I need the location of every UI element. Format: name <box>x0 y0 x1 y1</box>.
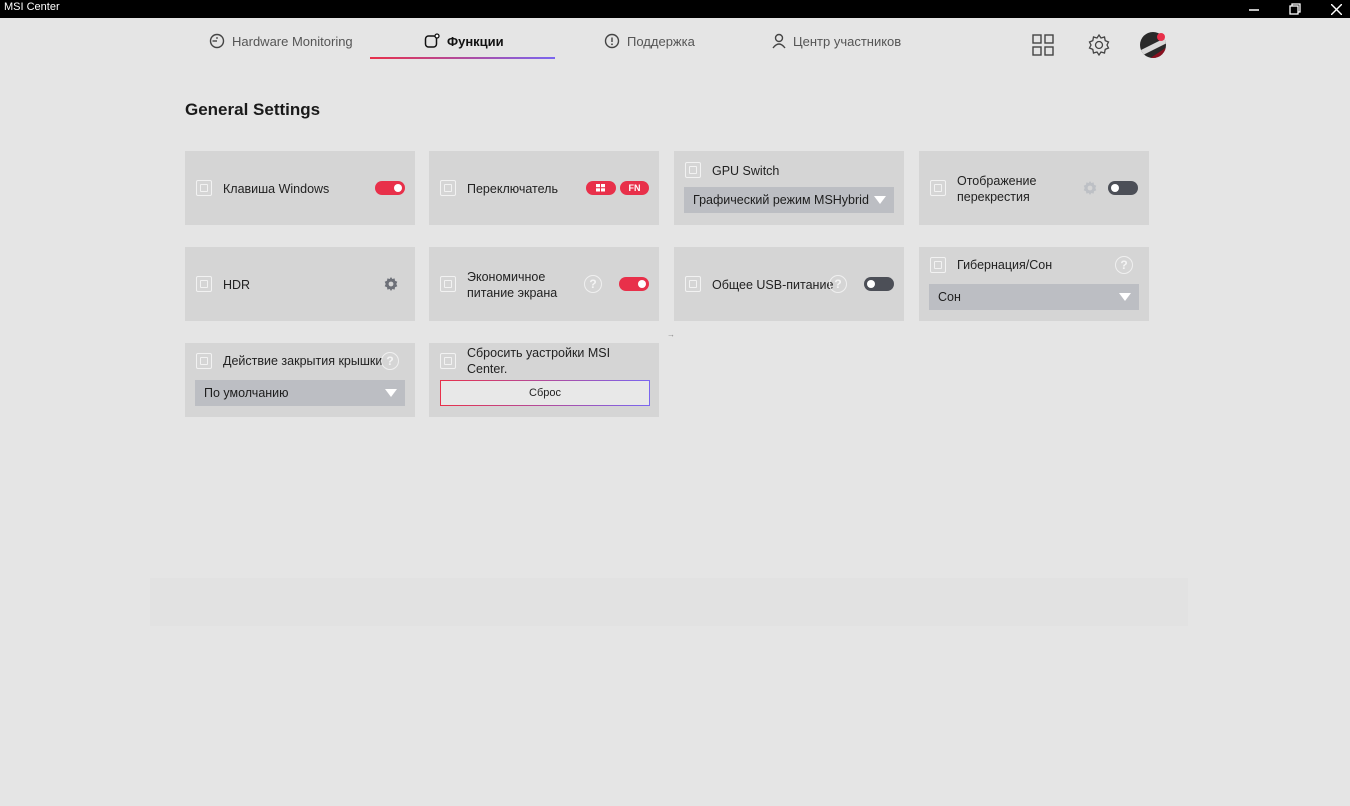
minimize-icon[interactable] <box>1234 0 1274 18</box>
reset-icon <box>440 353 456 369</box>
lid-icon <box>196 353 212 369</box>
crosshair-toggle[interactable] <box>1108 181 1138 195</box>
card-label: Сбросить уастройки MSI Center. <box>467 345 610 377</box>
crosshair-icon <box>930 180 946 196</box>
tab-label: Функции <box>447 33 504 49</box>
card-label: Клавиша Windows <box>223 182 330 196</box>
card-eco-display: Экономичное питание экрана ? <box>429 247 659 321</box>
active-tab-underline <box>370 57 555 59</box>
label-line: Экономичное <box>467 270 546 284</box>
card-hdr: HDR <box>185 247 415 321</box>
avatar[interactable] <box>1139 31 1167 59</box>
tab-hardware-monitoring[interactable]: Hardware Monitoring <box>209 30 353 52</box>
functions-icon <box>424 33 440 48</box>
tab-label: Поддержка <box>627 33 695 49</box>
tab-support[interactable]: Поддержка <box>604 30 695 52</box>
win-icon <box>596 184 605 192</box>
card-usb-power: Общее USB-питание ? <box>674 247 904 321</box>
card-gpu-switch: GPU Switch Графический режим MSHybrid <box>674 151 904 225</box>
card-label: HDR <box>223 278 251 292</box>
usb-power-icon <box>685 276 701 292</box>
settings-gear-icon[interactable] <box>1086 32 1112 58</box>
tab-functions[interactable]: Функции <box>424 30 504 52</box>
gpu-icon <box>685 162 701 178</box>
lid-action-select[interactable]: По умолчанию <box>195 380 405 406</box>
select-value: По умолчанию <box>204 386 289 400</box>
card-label: Экономичное питание экрана <box>467 269 557 301</box>
hdr-settings-gear-icon[interactable] <box>383 276 399 292</box>
chevron-down-icon <box>1119 293 1131 301</box>
card-crosshair: Отображение перекрестия <box>919 151 1149 225</box>
sleep-icon <box>930 257 946 273</box>
help-icon[interactable]: ? <box>829 275 847 293</box>
label-line: перекрестия <box>957 190 1030 204</box>
card-label: Общее USB-питание <box>712 278 834 292</box>
fn-key-pill[interactable]: FN <box>620 181 649 195</box>
chevron-down-icon <box>874 196 886 204</box>
close-icon[interactable] <box>1316 0 1350 18</box>
user-icon <box>772 33 786 49</box>
eco-display-toggle[interactable] <box>619 277 649 291</box>
card-label: Гибернация/Сон <box>957 258 1053 272</box>
usb-power-toggle[interactable] <box>864 277 894 291</box>
card-windows-key: Клавиша Windows <box>185 151 415 225</box>
card-hibernate: Гибернация/Сон ? Сон <box>919 247 1149 321</box>
title-bar: MSI Center <box>0 0 1350 18</box>
switch-icon <box>440 180 456 196</box>
background-band <box>150 578 1188 626</box>
help-icon[interactable]: ? <box>1115 256 1133 274</box>
reset-button[interactable]: Сброс <box>440 380 650 406</box>
card-switch: Переключатель FN <box>429 151 659 225</box>
hibernate-select[interactable]: Сон <box>929 284 1139 310</box>
restore-icon[interactable] <box>1275 0 1315 18</box>
hdr-icon <box>196 276 212 292</box>
divider-arrow: → <box>667 330 675 339</box>
windows-key-icon <box>196 180 212 196</box>
select-value: Графический режим MSHybrid <box>693 193 869 207</box>
label-line: питание экрана <box>467 286 558 300</box>
windows-key-toggle[interactable] <box>375 181 405 195</box>
window-title: MSI Center <box>4 1 60 13</box>
grid-icon[interactable] <box>1030 32 1056 58</box>
gpu-mode-select[interactable]: Графический режим MSHybrid <box>684 187 894 213</box>
card-label: Отображение перекрестия <box>957 173 1036 205</box>
label-line: Сбросить уастройки MSI <box>467 346 611 360</box>
gauge-icon <box>209 33 225 49</box>
tab-label: Центр участников <box>793 33 902 49</box>
tab-label: Hardware Monitoring <box>232 33 353 49</box>
label-line: Center. <box>467 362 508 376</box>
eco-display-icon <box>440 276 456 292</box>
card-label: GPU Switch <box>712 164 780 178</box>
card-label: Действие закрытия крышки <box>223 354 383 368</box>
label-line: Отображение <box>957 174 1037 188</box>
help-icon[interactable]: ? <box>381 352 399 370</box>
card-lid-action: Действие закрытия крышки ? По умолчанию <box>185 343 415 417</box>
tab-members-center[interactable]: Центр участников <box>772 30 901 52</box>
chevron-down-icon <box>385 389 397 397</box>
win-key-pill[interactable] <box>586 181 616 195</box>
card-label: Переключатель <box>467 182 558 196</box>
support-chat-icon <box>604 33 620 49</box>
section-title: General Settings <box>185 100 321 119</box>
help-icon[interactable]: ? <box>584 275 602 293</box>
select-value: Сон <box>938 290 961 304</box>
card-reset: Сбросить уастройки MSI Center. Сброс <box>429 343 659 417</box>
crosshair-settings-gear-icon[interactable] <box>1082 180 1098 196</box>
